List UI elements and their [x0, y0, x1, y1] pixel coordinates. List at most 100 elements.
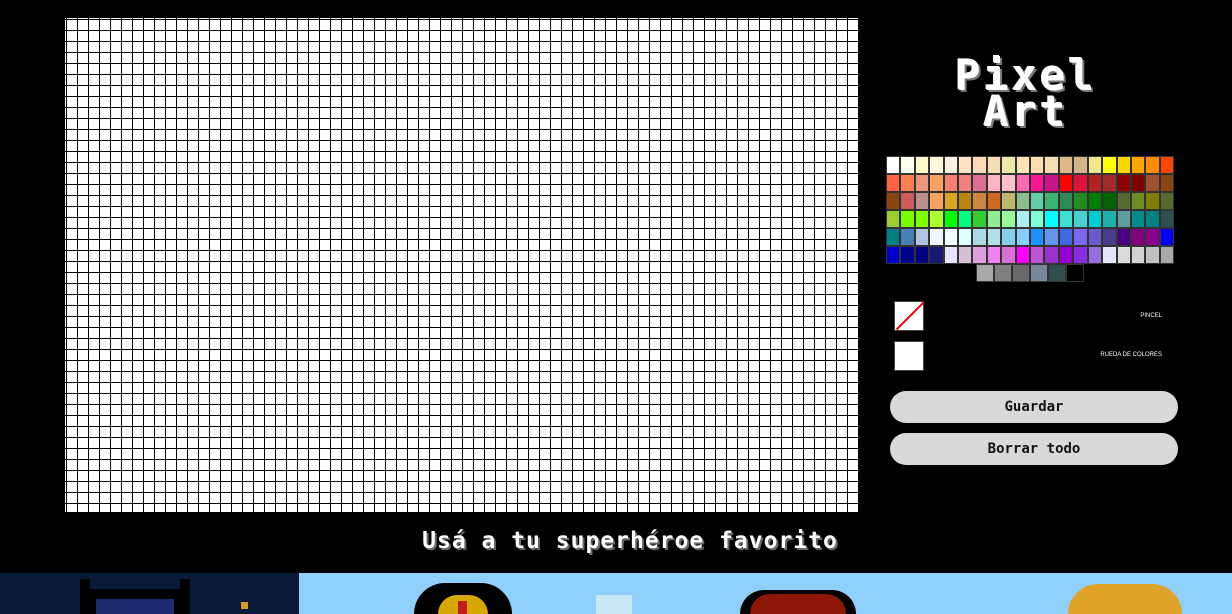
color-swatch[interactable] — [1044, 228, 1059, 246]
color-swatch[interactable] — [958, 246, 973, 264]
color-swatch[interactable] — [1159, 246, 1175, 264]
color-swatch[interactable] — [1044, 192, 1059, 210]
color-swatch[interactable] — [1058, 228, 1074, 246]
color-swatch[interactable] — [1087, 228, 1103, 246]
color-swatch[interactable] — [1073, 174, 1088, 192]
color-swatch[interactable] — [1116, 192, 1131, 210]
color-swatch[interactable] — [1001, 174, 1016, 192]
color-swatch[interactable] — [886, 192, 901, 210]
color-swatch[interactable] — [958, 174, 973, 192]
color-swatch[interactable] — [1130, 174, 1146, 192]
color-swatch[interactable] — [1130, 210, 1146, 228]
color-swatch[interactable] — [986, 246, 1002, 264]
color-swatch[interactable] — [1030, 156, 1045, 174]
color-swatch[interactable] — [1015, 228, 1031, 246]
color-swatch[interactable] — [943, 228, 959, 246]
color-swatch[interactable] — [1015, 192, 1031, 210]
color-swatch[interactable] — [1159, 192, 1175, 210]
color-swatch[interactable] — [1159, 228, 1175, 246]
color-swatch[interactable] — [929, 228, 944, 246]
color-wheel-button[interactable] — [894, 341, 924, 371]
brush-color-indicator[interactable] — [894, 301, 924, 331]
color-swatch[interactable] — [1044, 210, 1059, 228]
color-swatch[interactable] — [1102, 192, 1117, 210]
color-swatch[interactable] — [972, 246, 987, 264]
color-swatch[interactable] — [1087, 192, 1103, 210]
color-swatch[interactable] — [1116, 156, 1131, 174]
color-swatch[interactable] — [986, 174, 1002, 192]
color-swatch[interactable] — [1073, 210, 1088, 228]
color-swatch[interactable] — [972, 156, 987, 174]
color-swatch[interactable] — [986, 156, 1002, 174]
color-swatch[interactable] — [1159, 156, 1175, 174]
color-swatch[interactable] — [943, 174, 959, 192]
clear-all-button[interactable]: Borrar todo — [890, 433, 1178, 465]
color-swatch[interactable] — [1030, 210, 1045, 228]
color-swatch[interactable] — [1001, 210, 1016, 228]
color-swatch[interactable] — [1058, 174, 1074, 192]
color-swatch[interactable] — [900, 210, 915, 228]
color-swatch[interactable] — [1130, 246, 1146, 264]
superhero-flash-thumbnail[interactable] — [414, 573, 512, 614]
color-swatch[interactable] — [1012, 264, 1030, 282]
color-swatch[interactable] — [900, 246, 915, 264]
color-swatch[interactable] — [1030, 174, 1045, 192]
color-swatch[interactable] — [1145, 174, 1160, 192]
color-swatch[interactable] — [1087, 156, 1103, 174]
color-swatch[interactable] — [929, 210, 944, 228]
color-swatch[interactable] — [1015, 210, 1031, 228]
color-swatch[interactable] — [943, 210, 959, 228]
color-swatch[interactable] — [1073, 156, 1088, 174]
color-swatch[interactable] — [943, 156, 959, 174]
color-swatch[interactable] — [1145, 210, 1160, 228]
color-swatch[interactable] — [886, 174, 901, 192]
color-swatch[interactable] — [1130, 228, 1146, 246]
color-swatch[interactable] — [1102, 156, 1117, 174]
color-swatch[interactable] — [986, 192, 1002, 210]
color-swatch[interactable] — [914, 246, 930, 264]
color-swatch[interactable] — [1015, 174, 1031, 192]
color-swatch[interactable] — [1102, 228, 1117, 246]
color-swatch[interactable] — [958, 228, 973, 246]
color-swatch[interactable] — [929, 174, 944, 192]
color-swatch[interactable] — [1087, 246, 1103, 264]
drawing-grid[interactable] — [64, 17, 860, 513]
color-swatch[interactable] — [1030, 228, 1045, 246]
color-swatch[interactable] — [1116, 210, 1131, 228]
color-swatch[interactable] — [958, 210, 973, 228]
color-swatch[interactable] — [1001, 246, 1016, 264]
color-swatch[interactable] — [943, 192, 959, 210]
color-swatch[interactable] — [914, 192, 930, 210]
color-swatch[interactable] — [1015, 156, 1031, 174]
color-swatch[interactable] — [1001, 228, 1016, 246]
color-swatch[interactable] — [976, 264, 994, 282]
color-swatch[interactable] — [900, 192, 915, 210]
color-swatch[interactable] — [972, 228, 987, 246]
color-swatch[interactable] — [1030, 192, 1045, 210]
color-swatch[interactable] — [1073, 192, 1088, 210]
color-swatch[interactable] — [1130, 156, 1146, 174]
color-swatch[interactable] — [1001, 192, 1016, 210]
color-swatch[interactable] — [1145, 192, 1160, 210]
color-swatch[interactable] — [1102, 246, 1117, 264]
color-swatch[interactable] — [1116, 228, 1131, 246]
color-swatch[interactable] — [1087, 210, 1103, 228]
superhero-red-thumbnail[interactable] — [740, 573, 856, 614]
color-swatch[interactable] — [1073, 246, 1088, 264]
color-swatch[interactable] — [1058, 246, 1074, 264]
color-swatch[interactable] — [1044, 174, 1059, 192]
color-swatch[interactable] — [1030, 246, 1045, 264]
color-swatch[interactable] — [886, 156, 901, 174]
color-swatch[interactable] — [1145, 156, 1160, 174]
color-swatch[interactable] — [900, 156, 915, 174]
color-swatch[interactable] — [1130, 192, 1146, 210]
color-swatch[interactable] — [914, 210, 930, 228]
color-swatch[interactable] — [943, 246, 959, 264]
color-swatch[interactable] — [986, 210, 1002, 228]
color-swatch[interactable] — [914, 174, 930, 192]
color-swatch[interactable] — [1073, 228, 1088, 246]
color-swatch[interactable] — [972, 210, 987, 228]
color-swatch[interactable] — [886, 210, 901, 228]
color-swatch[interactable] — [929, 192, 944, 210]
color-swatch[interactable] — [1087, 174, 1103, 192]
